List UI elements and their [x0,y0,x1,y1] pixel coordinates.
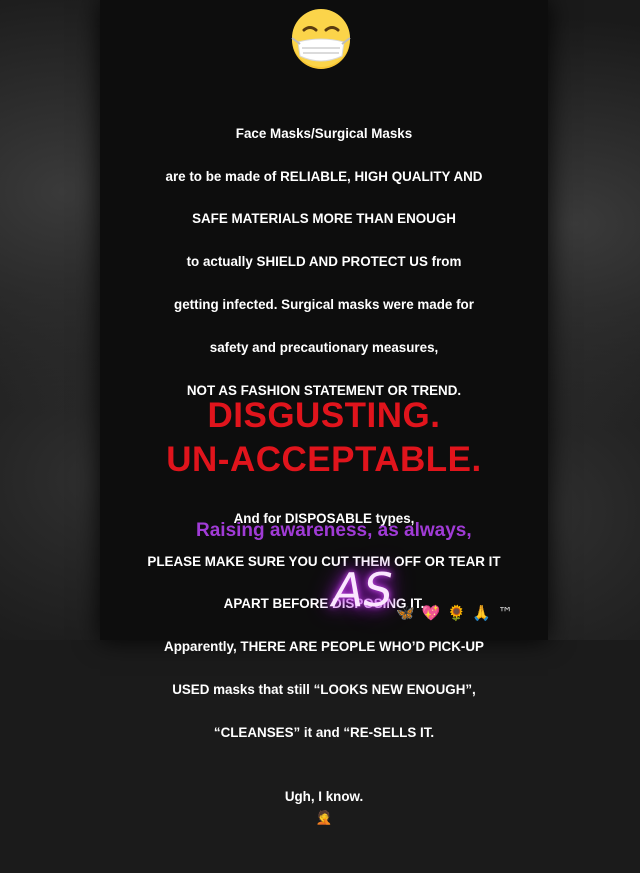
text-line: getting infected. Surgical masks were ma… [174,297,474,313]
emphasis-disgusting: DISGUSTING. [207,396,441,435]
text-line: to actually SHIELD AND PROTECT US from [186,254,462,270]
neon-signature: AS [332,563,393,617]
face-with-medical-mask-icon [291,9,351,69]
text-line: Ugh, I know. [284,789,364,804]
text-line: are to be made of RELIABLE, HIGH QUALITY… [165,168,483,184]
text-line: Apparently, THERE ARE PEOPLE WHO’D PICK-… [164,639,484,655]
story-panel: Face Masks/Surgical Masks are to be made… [100,0,548,826]
signature-trail: 🦋 💖 🌻 🙏 ™ [396,604,515,622]
text-line: PLEASE MAKE SURE YOU CUT THEM OFF OR TEA… [147,553,501,569]
text-line: safety and precautionary measures, [209,339,439,355]
trademark-symbol: ™ [497,604,513,622]
emphasis-unacceptable: UN-ACCEPTABLE. [166,440,482,479]
text-line: USED masks that still “LOOKS NEW ENOUGH”… [172,681,476,697]
facepalm-icon: 🤦 [315,811,333,827]
text-line: “CLEANSES” it and “RE-SELLS IT. [213,724,435,740]
butterfly-icon: 🦋 [396,604,415,622]
sunflower-icon: 🌻 [446,604,466,622]
sparkling-heart-icon: 💖 [421,604,441,622]
text-line: SAFE MATERIALS MORE THAN ENOUGH [192,211,456,227]
text-line-with-emoji: Ugh, I know. 🤦 [100,765,548,830]
awareness-caption: Raising awareness, as always, [196,520,472,541]
paragraph-1: Face Masks/Surgical Masks are to be made… [100,101,548,422]
text-line: Face Masks/Surgical Masks [235,125,413,141]
praying-hands-icon: 🙏 [472,604,492,622]
